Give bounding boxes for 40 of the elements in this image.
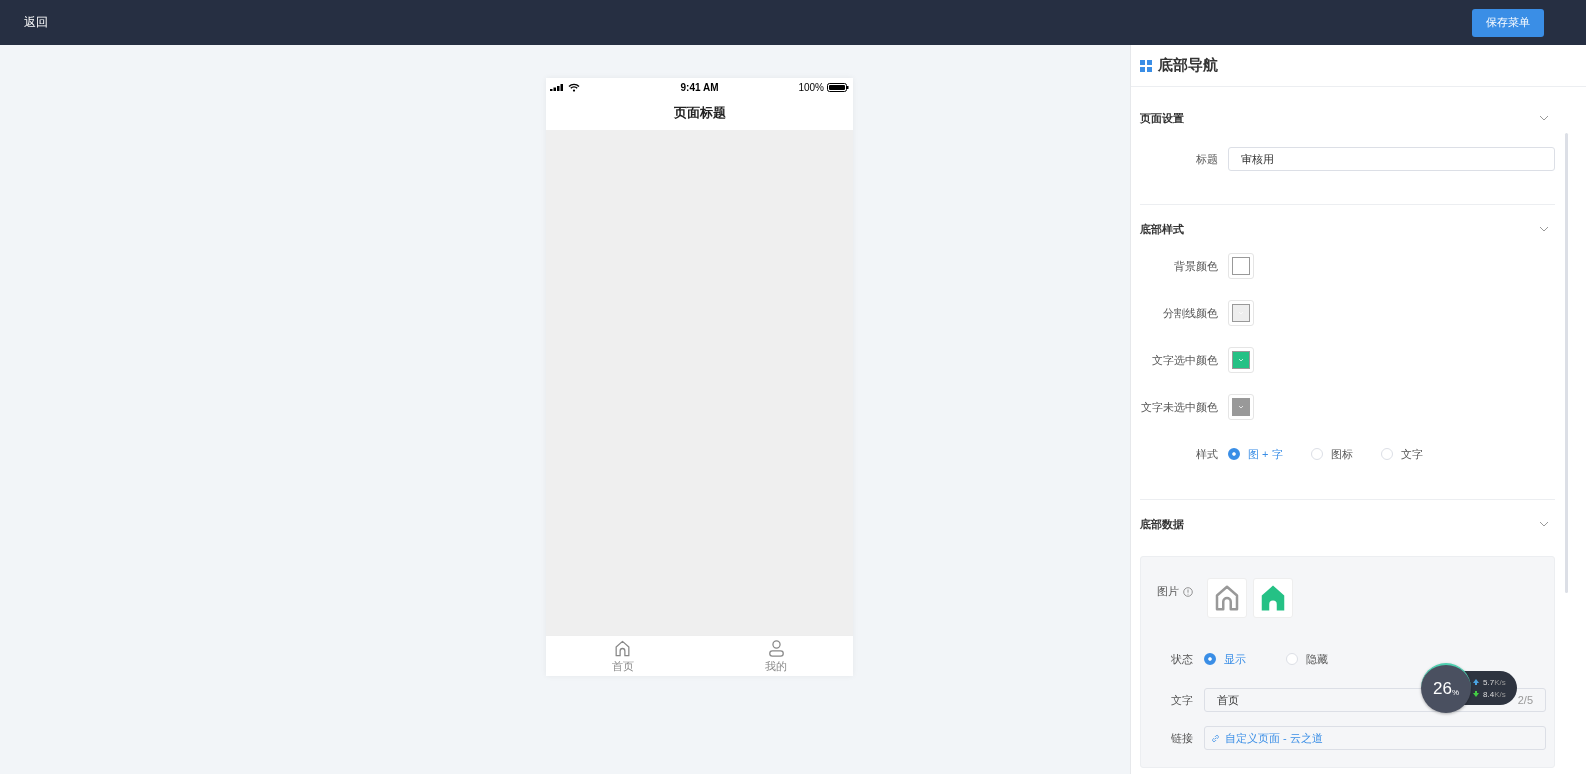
grid-icon: [1140, 59, 1152, 72]
down-arrow-icon: [1473, 691, 1479, 697]
field-label: 背景颜色: [1173, 258, 1219, 274]
radio-option[interactable]: 图标: [1310, 446, 1353, 462]
title-field[interactable]: 审核用: [1228, 147, 1555, 171]
section-title: 页面设置: [1140, 110, 1184, 126]
field-label: 链接: [1170, 730, 1194, 746]
field-label: 标题: [1195, 151, 1219, 167]
chevron-down-icon[interactable]: [1539, 521, 1549, 527]
section-title: 底部样式: [1140, 221, 1184, 237]
field-label: 文字: [1170, 692, 1194, 708]
link-icon: [1211, 733, 1220, 743]
signal-icon: [550, 83, 564, 91]
panel-title: 底部导航: [1158, 56, 1218, 75]
battery-percent: 100%: [798, 81, 824, 93]
chevron-down-icon[interactable]: [1539, 115, 1549, 121]
section-title: 底部数据: [1140, 516, 1184, 532]
field-label: 分割线颜色: [1162, 305, 1219, 321]
tab-item[interactable]: 我的: [699, 636, 853, 676]
scrollbar[interactable]: [1565, 133, 1568, 593]
field-label: 图片: [1157, 585, 1179, 597]
radio-option[interactable]: 隐藏: [1286, 651, 1328, 667]
chevron-down-icon[interactable]: [1539, 226, 1549, 232]
wifi-icon: [568, 82, 580, 92]
info-icon[interactable]: [1183, 587, 1193, 598]
field-label: 文字选中颜色: [1151, 352, 1219, 368]
upload-speed: 5.7K/s: [1483, 677, 1506, 687]
battery-icon: [827, 82, 849, 92]
up-arrow-icon: [1473, 679, 1479, 685]
download-speed: 8.4K/s: [1483, 689, 1506, 699]
radio-option[interactable]: 图 + 字: [1228, 446, 1283, 462]
field-label: 样式: [1195, 446, 1219, 462]
back-link[interactable]: 返回: [24, 14, 48, 31]
tab-item[interactable]: 首页: [546, 636, 700, 676]
radio-option[interactable]: 文字: [1380, 446, 1423, 462]
field-label: 文字未选中颜色: [1140, 399, 1219, 415]
user-icon: [766, 638, 786, 658]
field-label: 状态: [1170, 651, 1194, 667]
page-title: 页面标题: [672, 104, 727, 122]
status-time: 9:41 AM: [680, 81, 719, 93]
